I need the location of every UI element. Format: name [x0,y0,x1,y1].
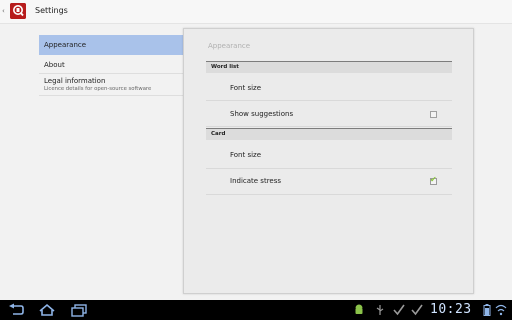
indicate-stress-checkbox[interactable]: ✔ [430,175,437,185]
pref-label: Indicate stress [230,177,282,185]
category-title: Word list [211,64,239,70]
pref-label: Show suggestions [230,110,294,118]
category-word-list: Word list [206,61,452,73]
header-item-title: Appearance [44,41,87,49]
back-icon[interactable] [7,303,25,317]
recent-apps-icon[interactable] [70,303,88,317]
wifi-icon [494,303,508,317]
header-item-legal-information[interactable]: Legal information Licence details for op… [39,74,183,96]
clock: 10:23 [430,302,472,317]
screen-title: Settings [35,6,68,15]
action-bar: ‹ Settings [0,0,512,24]
check-mark-icon: ✔ [430,175,437,184]
panel-title: Appearance [208,42,251,50]
header-item-title: Legal information [44,77,106,85]
system-bar: 10:23 [0,300,512,320]
usb-icon [375,303,385,317]
pref-label: Font size [230,84,262,92]
check-icon [393,303,405,317]
header-item-summary: Licence details for open-source software [44,86,152,92]
show-suggestions-checkbox[interactable] [430,111,437,118]
pref-card-font-size[interactable]: Font size [206,142,452,169]
home-icon[interactable] [38,303,56,317]
pref-label: Font size [230,151,262,159]
header-item-about[interactable]: About [39,55,183,74]
pref-indicate-stress[interactable]: Indicate stress ✔ [206,169,452,195]
header-item-title: About [44,61,65,69]
check-icon [411,303,423,317]
app-logo-icon[interactable] [10,3,26,19]
pref-show-suggestions[interactable]: Show suggestions [206,101,452,127]
settings-header-list: Appearance About Legal information Licen… [39,35,183,96]
pref-word-list-font-size[interactable]: Font size [206,75,452,101]
up-caret-icon[interactable]: ‹ [2,7,6,15]
category-title: Card [211,131,226,137]
android-debug-icon [354,303,364,317]
battery-icon [483,303,491,317]
header-item-appearance[interactable]: Appearance [39,35,183,55]
category-card: Card [206,128,452,140]
preferences-panel: Appearance Word list Font size Show sugg… [183,28,474,294]
